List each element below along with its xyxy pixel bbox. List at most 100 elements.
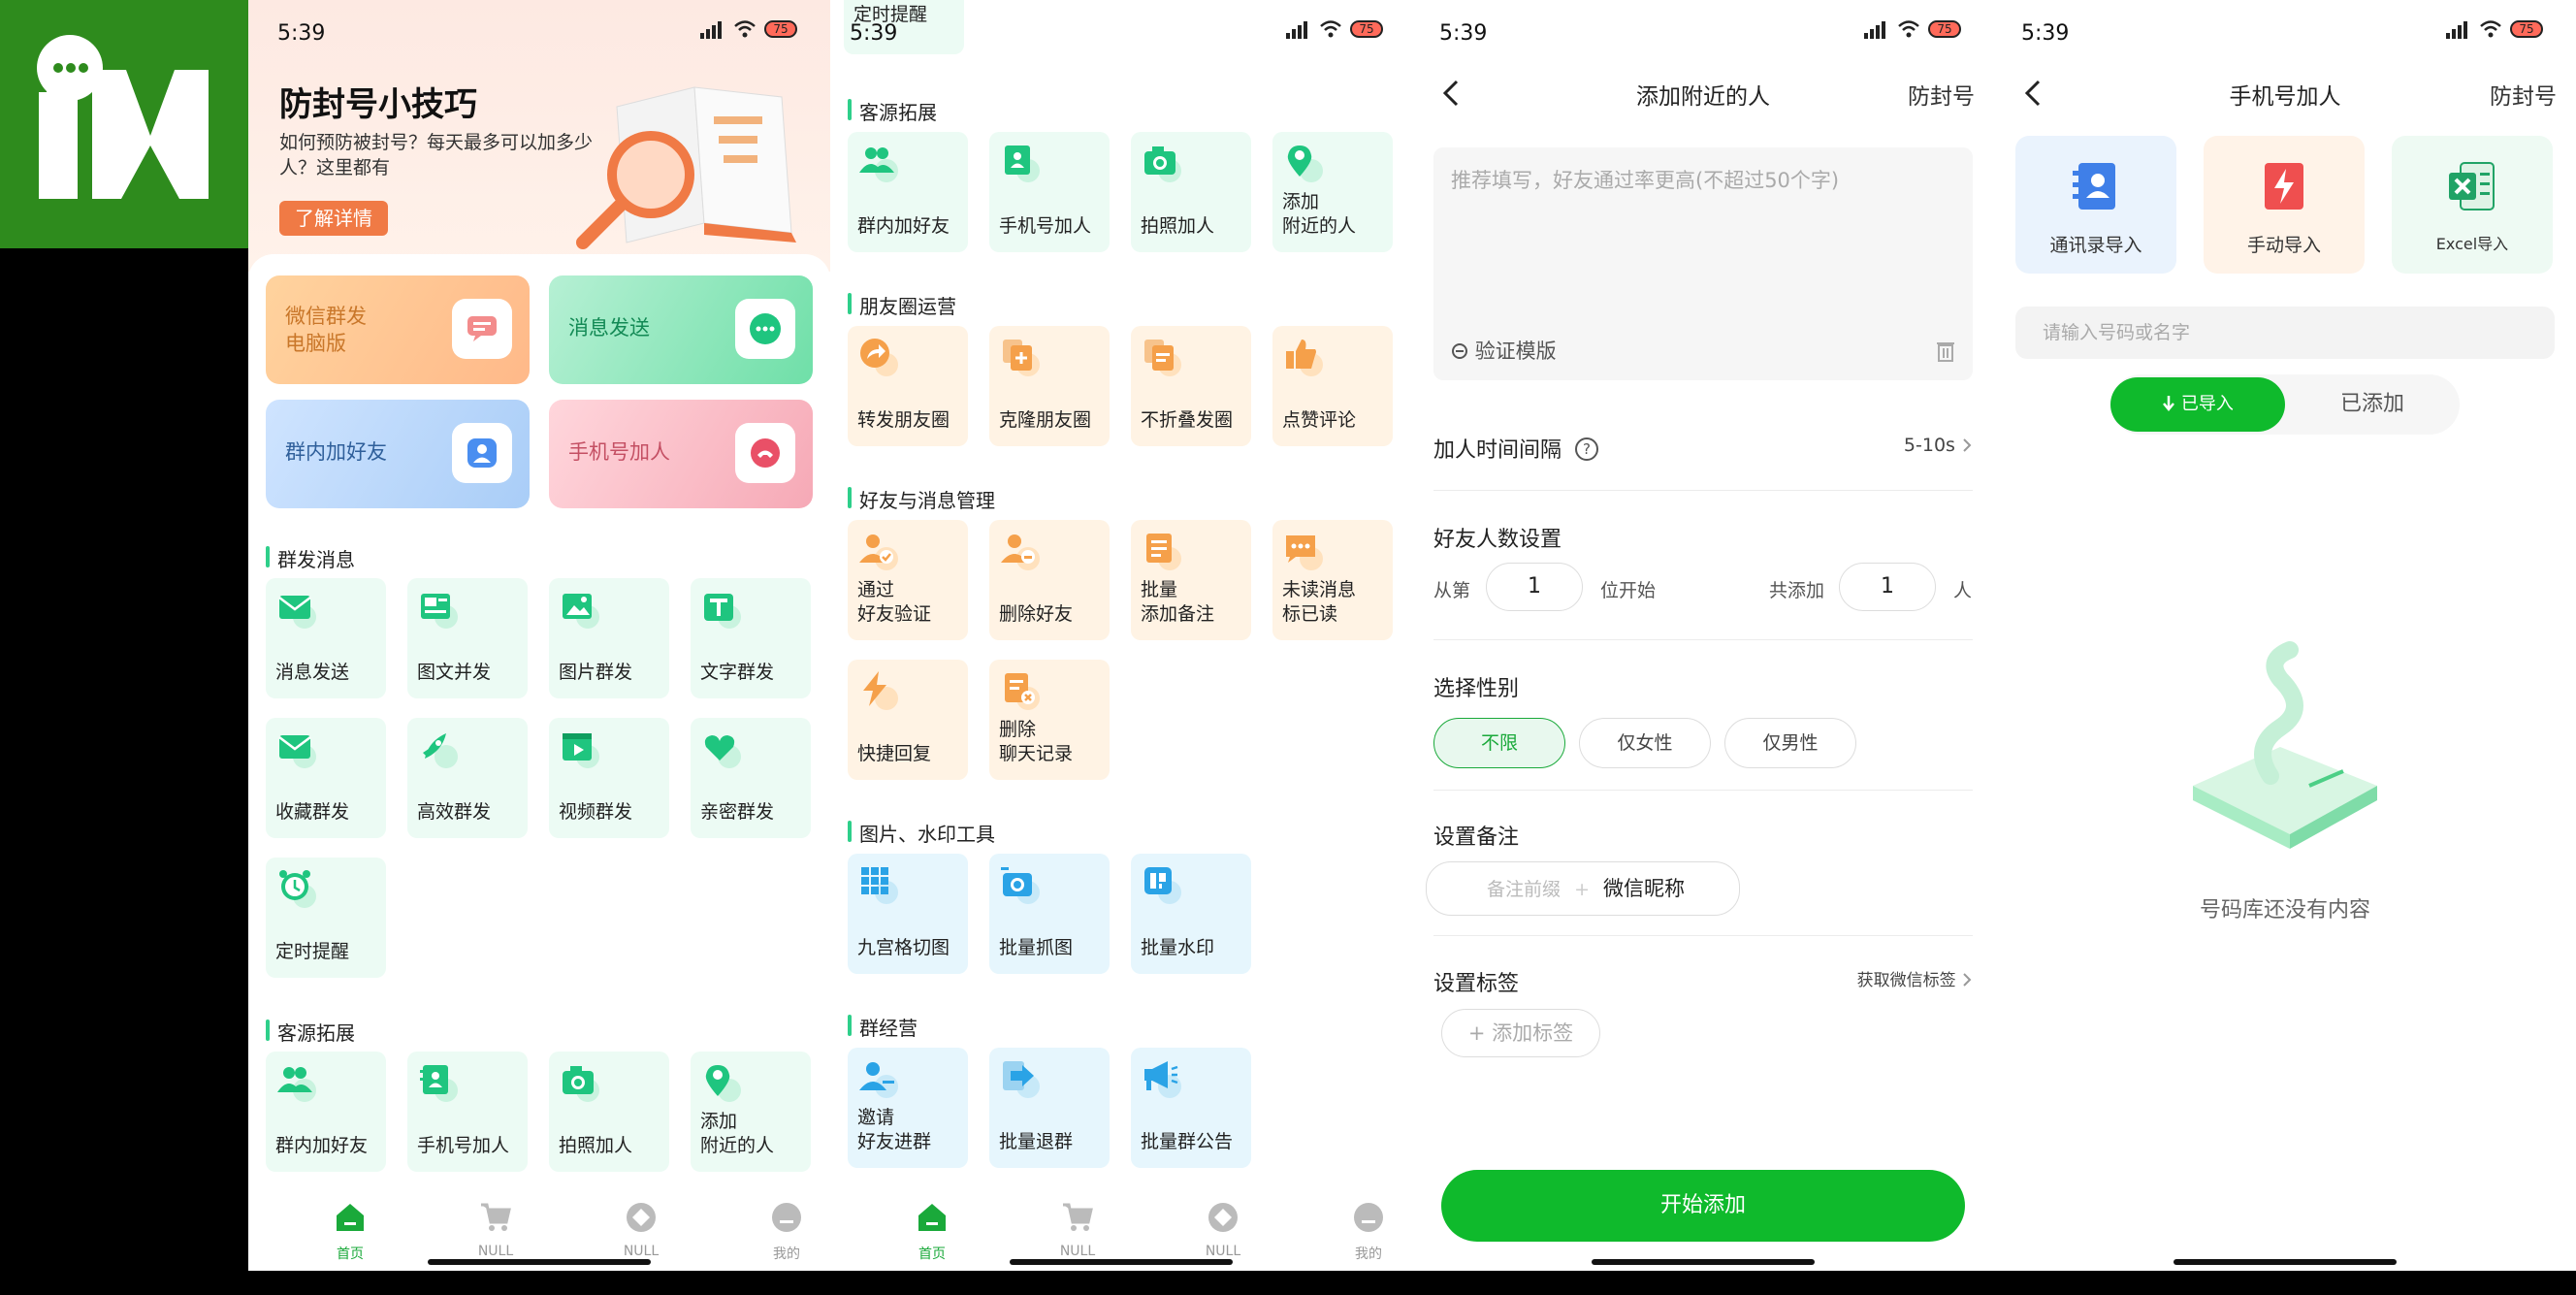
tile-group-add-friend[interactable]: 群内加好友 (848, 132, 968, 252)
tile-invite-group[interactable]: 邀请 好友进群 (848, 1048, 968, 1168)
tile-no-fold-post[interactable]: 不折叠发圈 (1131, 326, 1251, 446)
gender-any[interactable]: 不限 (1433, 718, 1565, 768)
tile-accept-friend[interactable]: 通过 好友验证 (848, 520, 968, 640)
tile-mark-read[interactable]: 未读消息 标已读 (1272, 520, 1393, 640)
camera-icon (1144, 146, 1181, 182)
tile-image-mass[interactable]: 图片群发 (549, 578, 669, 698)
interval-value[interactable]: 5-10s (1904, 435, 1973, 456)
group-add-friend-button[interactable]: 群内加好友 (266, 400, 530, 508)
section-title-group-ops: 群经营 (848, 1013, 918, 1041)
section-title-lead-expand: 客源拓展 (848, 97, 937, 125)
tab-null-1[interactable]: NULL (423, 1201, 568, 1259)
remark-nickname[interactable]: 微信昵称 (1603, 877, 1685, 900)
tile-photo-add[interactable]: 拍照加人 (1131, 132, 1251, 252)
tile-favorite-mass[interactable]: 收藏群发 (266, 718, 386, 838)
home-indicator (428, 1259, 651, 1265)
excel-import-card[interactable]: Excel导入 (2392, 136, 2553, 274)
tab-null-1[interactable]: NULL (1005, 1201, 1150, 1259)
count-label: 好友人数设置 (1433, 528, 1562, 552)
empty-box-illustration-icon (2193, 641, 2377, 849)
tile-grid-cut[interactable]: 九宫格切图 (848, 854, 968, 974)
tile-batch-grab[interactable]: 批量抓图 (989, 854, 1110, 974)
tile-intimate-mass[interactable]: 亲密群发 (691, 718, 811, 838)
anti-ban-link[interactable]: 防封号 (2490, 78, 2557, 111)
greeting-textarea[interactable]: 推荐填写，好友通过率更高(不超过50个字) 验证模版 (1433, 147, 1973, 380)
tile-label: 群内加好友 (275, 1135, 369, 1156)
diamond-circle-icon (627, 1203, 656, 1232)
help-question-icon[interactable]: ? (1574, 437, 1599, 462)
gender-male[interactable]: 仅男性 (1724, 718, 1856, 768)
divider (1433, 790, 1973, 791)
card-label: Excel导入 (2435, 235, 2509, 253)
battery-icon: 75 (1350, 20, 1383, 38)
tab-home[interactable]: 首页 (859, 1201, 1005, 1263)
tile-efficient-mass[interactable]: 高效群发 (407, 718, 528, 838)
alarm-clock-icon (279, 870, 316, 908)
tile-label: 图文并发 (417, 662, 492, 683)
tile-video-mass[interactable]: 视频群发 (549, 718, 669, 838)
lightning-icon (863, 671, 898, 710)
fetch-wechat-tags-link[interactable]: 获取微信标签 (1857, 966, 1973, 990)
tile-delete-chat[interactable]: 删除 聊天记录 (989, 660, 1110, 780)
learn-more-button[interactable]: 了解详情 (279, 201, 388, 236)
tile-delete-friend[interactable]: 删除好友 (989, 520, 1110, 640)
wechat-mass-pc-button[interactable]: 微信群发 电脑版 (266, 275, 530, 384)
message-send-button[interactable]: 消息发送 (549, 275, 813, 384)
contacts-import-card[interactable]: 通讯录导入 (2015, 136, 2176, 274)
fetch-tags-text: 获取微信标签 (1856, 971, 1956, 990)
tile-nearby-add[interactable]: 添加 附近的人 (1272, 132, 1393, 252)
tile-forward-moments[interactable]: 转发朋友圈 (848, 326, 968, 446)
tile-label: 批量抓图 (999, 937, 1074, 958)
tile-group-add-friend[interactable]: 群内加好友 (266, 1052, 386, 1172)
section-title-lead-expand: 客源拓展 (266, 1018, 355, 1046)
tile-label: 手机号加人 (417, 1135, 510, 1156)
add-tag-button[interactable]: + 添加标签 (1441, 1009, 1600, 1057)
template-circle-icon (1452, 343, 1467, 359)
tab-mine[interactable]: 我的 (714, 1201, 830, 1263)
nav-bar: 手机号加人 防封号 (1994, 68, 2576, 122)
number-search-input[interactable]: 请输入号码或名字 (2015, 307, 2555, 359)
trash-icon[interactable] (1936, 340, 1955, 363)
tile-message-send[interactable]: 消息发送 (266, 578, 386, 698)
tile-phone-add[interactable]: 手机号加人 (407, 1052, 528, 1172)
tile-text-mass[interactable]: 文字群发 (691, 578, 811, 698)
profile-circle-icon (1354, 1203, 1383, 1232)
start-add-button[interactable]: 开始添加 (1441, 1170, 1965, 1242)
empty-state-text: 号码库还没有内容 (2199, 898, 2370, 923)
tile-photo-add[interactable]: 拍照加人 (549, 1052, 669, 1172)
tile-clone-moments[interactable]: 克隆朋友圈 (989, 326, 1110, 446)
tile-quick-reply[interactable]: 快捷回复 (848, 660, 968, 780)
tile-label: 不折叠发圈 (1141, 409, 1234, 431)
phone-add-button[interactable]: 手机号加人 (549, 400, 813, 508)
tile-batch-watermark[interactable]: 批量水印 (1131, 854, 1251, 974)
segment-imported[interactable]: 已导入 (2110, 377, 2285, 432)
anti-ban-link[interactable]: 防封号 (1908, 78, 1975, 111)
total-label: 共添加 (1769, 580, 1825, 601)
tile-batch-quit-group[interactable]: 批量退群 (989, 1048, 1110, 1168)
nav-bar: 添加附近的人 防封号 (1412, 68, 1994, 122)
from-input[interactable]: 1 (1486, 563, 1583, 611)
tile-batch-announcement[interactable]: 批量群公告 (1131, 1048, 1251, 1168)
tile-like-comment[interactable]: 点赞评论 (1272, 326, 1393, 446)
from-suffix: 位开始 (1600, 580, 1657, 601)
template-button[interactable]: 验证模版 (1451, 336, 1557, 365)
tile-timed-reminder[interactable]: 定时提醒 (266, 858, 386, 978)
tile-phone-add[interactable]: 手机号加人 (989, 132, 1110, 252)
manual-import-card[interactable]: 手动导入 (2204, 136, 2365, 274)
total-input[interactable]: 1 (1839, 563, 1936, 611)
tab-null-2[interactable]: NULL (568, 1201, 714, 1259)
tile-batch-remark[interactable]: 批量 添加备注 (1131, 520, 1251, 640)
banner-subtitle: 如何预防被封号？每天最多可以加多少人？这里都有 (279, 132, 594, 178)
tile-label: 九宫格切图 (857, 937, 950, 958)
manual-doc-icon (2265, 163, 2303, 210)
remark-prefix[interactable]: 备注前缀 (1487, 879, 1561, 900)
rocket-icon (423, 733, 458, 768)
tab-null-2[interactable]: NULL (1150, 1201, 1296, 1259)
gender-female[interactable]: 仅女性 (1579, 718, 1711, 768)
tab-mine[interactable]: 我的 (1296, 1201, 1412, 1263)
segment-added[interactable]: 已添加 (2285, 377, 2460, 432)
tile-image-text-send[interactable]: 图文并发 (407, 578, 528, 698)
tile-nearby-add[interactable]: 添加 附近的人 (691, 1052, 811, 1172)
remark-builder[interactable]: 备注前缀 + 微信昵称 (1426, 861, 1740, 916)
tab-home[interactable]: 首页 (277, 1201, 423, 1263)
